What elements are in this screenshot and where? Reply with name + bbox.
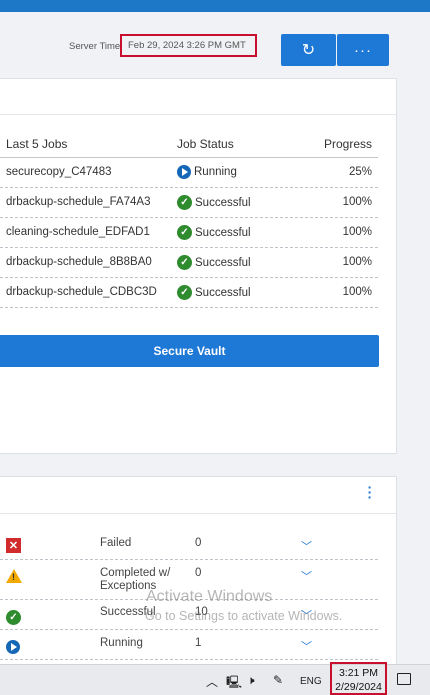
job-status-label: Successful [195, 226, 251, 239]
chevron-down-icon[interactable]: ﹀ [301, 568, 312, 584]
job-progress: 100% [342, 226, 372, 238]
more-options-button[interactable]: ··· [337, 34, 389, 66]
col-header-progress[interactable]: Progress [324, 137, 372, 151]
job-name[interactable]: securecopy_C47483 [6, 166, 112, 178]
job-status: ✓ Successful [177, 195, 251, 210]
table-row[interactable]: cleaning-schedule_EDFAD1 ✓ Successful 10… [0, 218, 378, 248]
running-icon [6, 638, 20, 656]
summary-label: Running [100, 637, 143, 649]
success-check-icon: ✓ [177, 255, 192, 270]
refresh-button[interactable]: ↻ [281, 34, 336, 66]
notification-icon[interactable] [397, 673, 411, 685]
language-indicator[interactable]: ENG [300, 676, 322, 687]
success-check-icon: ✓ [177, 225, 192, 240]
summary-row-failed[interactable]: ✕ Failed 0 ﹀ [0, 530, 378, 560]
col-header-status[interactable]: Job Status [177, 137, 234, 151]
job-name[interactable]: cleaning-schedule_EDFAD1 [6, 226, 150, 238]
job-status-label: Successful [195, 196, 251, 209]
kebab-menu-icon[interactable]: · · · [366, 480, 374, 504]
warning-icon: ! [6, 569, 22, 583]
summary-card-divider [0, 513, 397, 514]
success-check-icon: ✓ [177, 195, 192, 210]
secure-vault-button[interactable]: Secure Vault [0, 335, 379, 367]
chevron-down-icon[interactable]: ﹀ [301, 538, 312, 554]
job-status-label: Successful [195, 286, 251, 299]
job-status: ✓ Successful [177, 255, 251, 270]
job-status: ✓ Successful [177, 225, 251, 240]
jobs-card-divider [0, 114, 397, 115]
summary-row-running[interactable]: Running 1 ﹀ [0, 630, 378, 660]
success-check-icon: ✓ [177, 285, 192, 300]
job-name[interactable]: drbackup-schedule_FA74A3 [6, 196, 151, 208]
job-progress: 100% [342, 286, 372, 298]
clock-time: 3:21 PM [338, 667, 379, 679]
job-progress: 25% [348, 166, 372, 178]
job-status-label: Successful [195, 256, 251, 269]
table-row[interactable]: drbackup-schedule_FA74A3 ✓ Successful 10… [0, 188, 378, 218]
running-icon [177, 165, 191, 179]
job-name[interactable]: drbackup-schedule_8B8BA0 [6, 256, 152, 268]
refresh-icon: ↻ [301, 42, 316, 59]
pen-icon[interactable]: ✎ [273, 673, 283, 687]
summary-count: 1 [195, 637, 202, 649]
ellipsis-icon: ··· [354, 41, 372, 59]
server-time-label: Server Time [69, 41, 121, 52]
summary-label: Failed [100, 537, 132, 549]
network-icon[interactable]: 🖳 [226, 673, 242, 694]
job-status: Running [177, 165, 237, 179]
summary-count: 0 [195, 537, 202, 549]
chevron-up-icon[interactable]: ︿ [206, 673, 218, 690]
job-progress: 100% [342, 196, 372, 208]
success-check-icon: ✓ [6, 607, 21, 625]
activate-windows-hint: Go to Settings to activate Windows. [145, 609, 343, 623]
table-row[interactable]: drbackup-schedule_8B8BA0 ✓ Successful 10… [0, 248, 378, 278]
clock-date: 2/29/2024 [335, 681, 382, 693]
job-status: ✓ Successful [177, 285, 251, 300]
taskbar-clock[interactable]: 3:21 PM 2/29/2024 [330, 662, 387, 695]
speaker-muted-icon[interactable]: 🕨 [247, 673, 255, 688]
chevron-down-icon[interactable]: ﹀ [301, 638, 312, 654]
table-row[interactable]: drbackup-schedule_CDBC3D ✓ Successful 10… [0, 278, 378, 308]
top-accent-bar [0, 0, 430, 12]
col-header-job[interactable]: Last 5 Jobs [6, 137, 67, 151]
job-name[interactable]: drbackup-schedule_CDBC3D [6, 286, 157, 298]
server-time-value: Feb 29, 2024 3:26 PM GMT [120, 34, 257, 57]
activate-windows-watermark: Activate Windows [146, 588, 273, 605]
summary-count: 0 [195, 567, 202, 579]
table-row[interactable]: securecopy_C47483 Running 25% [0, 158, 378, 188]
job-status-label: Running [194, 166, 237, 178]
failed-x-icon: ✕ [6, 538, 21, 553]
job-progress: 100% [342, 256, 372, 268]
